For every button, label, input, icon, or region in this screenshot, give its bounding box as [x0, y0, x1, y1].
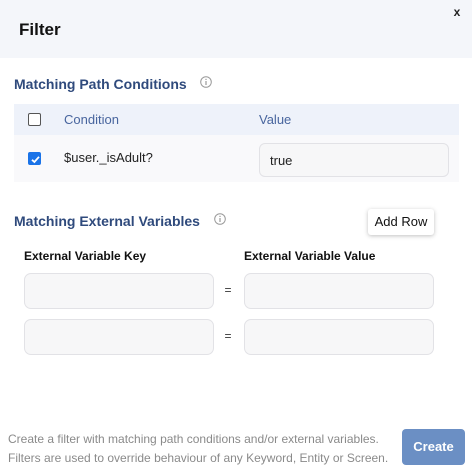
equals-sign: = — [224, 329, 232, 343]
condition-text: $user._isAdult? — [64, 150, 153, 165]
external-value-label: External Variable Value — [244, 249, 376, 263]
footer-description: Create a filter with matching path condi… — [8, 432, 389, 465]
equals-sign: = — [224, 283, 232, 297]
external-key-input[interactable] — [24, 319, 214, 355]
close-button[interactable]: x — [450, 5, 464, 21]
external-value-input[interactable] — [244, 273, 434, 309]
select-all-checkbox[interactable] — [28, 113, 41, 126]
external-key-label: External Variable Key — [24, 249, 147, 263]
value-column-header: Value — [259, 112, 292, 127]
external-variables-title: Matching External Variables — [14, 213, 200, 229]
path-conditions-title: Matching Path Conditions — [14, 76, 187, 92]
row-checkbox[interactable] — [28, 152, 41, 165]
external-value-input[interactable] — [244, 319, 434, 355]
add-row-button[interactable]: Add Row — [368, 209, 434, 235]
external-key-input[interactable] — [24, 273, 214, 309]
info-icon[interactable] — [214, 213, 226, 225]
path-conditions-table: Condition Value $user._isAdult? true — [14, 104, 459, 182]
table-row: $user._isAdult? true — [14, 135, 459, 182]
dialog-header: Filter x — [0, 0, 472, 58]
dialog-title: Filter — [19, 20, 61, 39]
condition-column-header: Condition — [64, 112, 119, 127]
check-icon — [31, 156, 40, 164]
create-button[interactable]: Create — [402, 429, 465, 465]
condition-value-input[interactable]: true — [259, 143, 449, 177]
info-icon[interactable] — [200, 76, 212, 88]
table-header: Condition Value — [14, 104, 459, 135]
